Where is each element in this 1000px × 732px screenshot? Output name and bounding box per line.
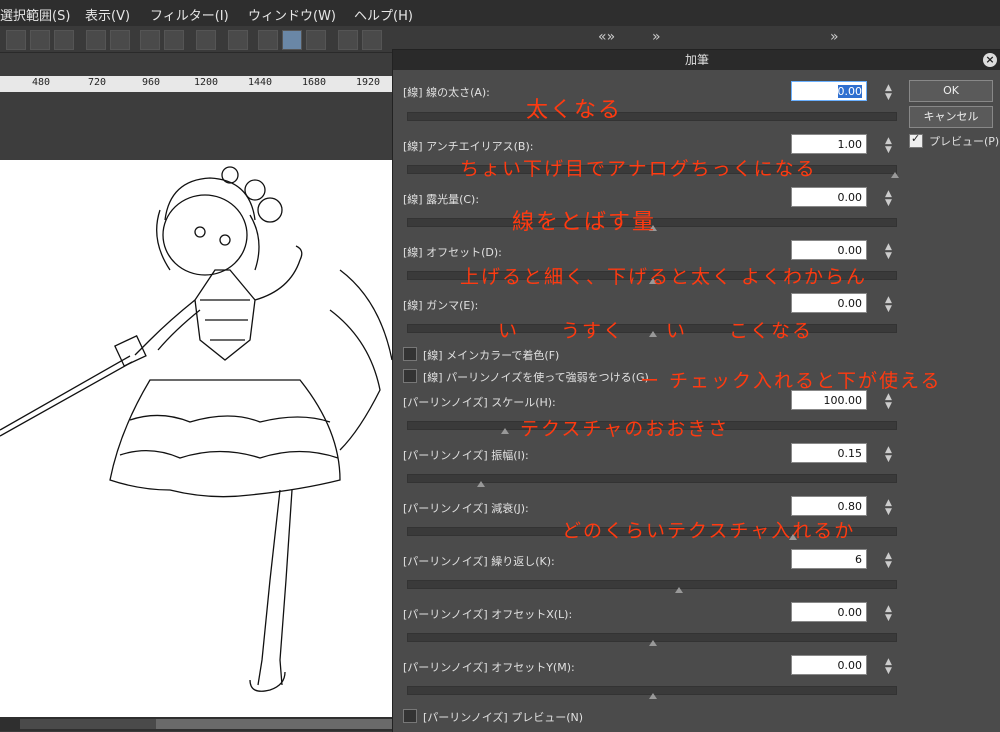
param-label: [パーリンノイズ] オフセットX(L):: [403, 608, 573, 621]
tool-button[interactable]: [228, 30, 248, 50]
preview-checkbox[interactable]: ✓: [909, 132, 923, 148]
checkbox-label: [線] パーリンノイズを使って強弱をつける(G): [423, 371, 649, 384]
tool-button[interactable]: [164, 30, 184, 50]
ruler-tick: 1200: [194, 77, 219, 88]
spinner-icon[interactable]: ▲ ▼: [885, 658, 895, 676]
ruler-tick: 720: [88, 77, 107, 88]
dialog-title: 加筆: [393, 50, 1000, 70]
tool-button[interactable]: [86, 30, 106, 50]
ruler-tick: 960: [142, 77, 161, 88]
horizontal-ruler: 480 720 960 1200 1440 1680 1920: [0, 76, 392, 93]
cancel-button[interactable]: キャンセル: [909, 106, 993, 128]
grid-button[interactable]: [258, 30, 278, 50]
noise-decay-input[interactable]: 0.80: [791, 496, 867, 516]
tool-button[interactable]: [196, 30, 216, 50]
param-label: [線] 露光量(C):: [403, 193, 480, 206]
tool-button[interactable]: [6, 30, 26, 50]
param-label: [パーリンノイズ] 振幅(I):: [403, 449, 529, 462]
menu-selection[interactable]: 選択範囲(S): [0, 5, 70, 24]
noise-preview-checkbox[interactable]: [403, 709, 417, 723]
slider-thumb[interactable]: [649, 640, 657, 646]
ruler-tick: 480: [32, 77, 51, 88]
param-label: [パーリンノイズ] 減衰(J):: [403, 502, 529, 515]
line-width-input[interactable]: 0.00: [791, 81, 867, 101]
param-label: [線] アンチエイリアス(B):: [403, 140, 534, 153]
redo-button[interactable]: [362, 30, 382, 50]
spinner-icon[interactable]: ▲ ▼: [885, 552, 895, 570]
undo-button[interactable]: [338, 30, 358, 50]
spinner-icon[interactable]: ▲ ▼: [885, 84, 895, 102]
menu-help[interactable]: ヘルプ(H): [354, 5, 413, 24]
slider-thumb[interactable]: [891, 172, 899, 178]
chevron-left-icon[interactable]: «»: [598, 29, 615, 45]
gamma-input[interactable]: 0.00: [791, 293, 867, 313]
annotation-text: ちょい下げ目でアナログちっくになる: [460, 158, 817, 180]
spinner-icon[interactable]: ▲ ▼: [885, 605, 895, 623]
perlin-noise-checkbox[interactable]: [403, 369, 417, 383]
param-label: [パーリンノイズ] スケール(H):: [403, 396, 556, 409]
annotation-text: い うすく い こくなる: [498, 320, 814, 342]
annotation-text: どのくらいテクスチャ入れるか: [562, 520, 856, 542]
preview-label: プレビュー(P): [929, 135, 1000, 148]
spinner-icon[interactable]: ▲ ▼: [885, 137, 895, 155]
chevron-right-icon[interactable]: »: [652, 29, 661, 45]
noise-offset-y-input[interactable]: 0.00: [791, 655, 867, 675]
tool-button[interactable]: [54, 30, 74, 50]
tool-button[interactable]: [140, 30, 160, 50]
spinner-icon[interactable]: ▲ ▼: [885, 446, 895, 464]
main-color-checkbox[interactable]: [403, 347, 417, 361]
ruler-tick: 1440: [248, 77, 273, 88]
menu-filter[interactable]: フィルター(I): [150, 5, 229, 24]
menu-window[interactable]: ウィンドウ(W): [248, 5, 336, 24]
annotation-text: ー チェック入れると下が使える: [640, 370, 942, 392]
slider-thumb[interactable]: [675, 587, 683, 593]
noise-scale-input[interactable]: 100.00: [791, 390, 867, 410]
noise-offset-x-input[interactable]: 0.00: [791, 602, 867, 622]
spinner-icon[interactable]: ▲ ▼: [885, 296, 895, 314]
checkbox-label: [線] メインカラーで着色(F): [423, 349, 560, 362]
ok-button[interactable]: OK: [909, 80, 993, 102]
annotation-text: 線をとばす量: [512, 210, 657, 235]
menu-view[interactable]: 表示(V): [85, 5, 130, 24]
ruler-button[interactable]: [282, 30, 302, 50]
check-icon: ✓: [911, 132, 921, 145]
scrollbar-track[interactable]: [20, 719, 156, 729]
slider-thumb[interactable]: [501, 428, 509, 434]
scrollbar-thumb[interactable]: [156, 719, 392, 729]
param-label: [パーリンノイズ] 繰り返し(K):: [403, 555, 555, 568]
param-label: [線] オフセット(D):: [403, 246, 502, 259]
chevron-right-icon[interactable]: »: [830, 29, 839, 45]
spinner-icon[interactable]: ▲ ▼: [885, 393, 895, 411]
annotation-text: 上げると細く、下げると太く よくわからん: [460, 266, 868, 288]
spinner-icon[interactable]: ▲ ▼: [885, 243, 895, 261]
tool-button[interactable]: [30, 30, 50, 50]
menu-bar: 選択範囲(S) 表示(V) フィルター(I) ウィンドウ(W) ヘルプ(H): [0, 0, 1000, 27]
checkbox-label: [パーリンノイズ] プレビュー(N): [423, 711, 584, 724]
line-art-illustration: [0, 166, 392, 692]
close-icon[interactable]: ×: [983, 53, 997, 67]
canvas-margin: [0, 92, 392, 160]
slider-thumb[interactable]: [649, 693, 657, 699]
param-label: [線] ガンマ(E):: [403, 299, 479, 312]
drawing-canvas[interactable]: [0, 160, 392, 717]
annotation-text: 太くなる: [526, 98, 623, 123]
exposure-input[interactable]: 0.00: [791, 187, 867, 207]
antialias-input[interactable]: 1.00: [791, 134, 867, 154]
horizontal-scrollbar[interactable]: [0, 717, 392, 731]
param-label: [パーリンノイズ] オフセットY(M):: [403, 661, 575, 674]
param-label: [線] 線の太さ(A):: [403, 86, 490, 99]
noise-repeat-slider[interactable]: [407, 580, 897, 589]
line-width-slider[interactable]: [407, 112, 897, 121]
ruler-tick: 1680: [302, 77, 327, 88]
annotation-text: テクスチャのおおきさ: [520, 418, 730, 440]
noise-amplitude-input[interactable]: 0.15: [791, 443, 867, 463]
spinner-icon[interactable]: ▲ ▼: [885, 499, 895, 517]
grid-button[interactable]: [306, 30, 326, 50]
offset-input[interactable]: 0.00: [791, 240, 867, 260]
slider-thumb[interactable]: [477, 481, 485, 487]
noise-repeat-input[interactable]: 6: [791, 549, 867, 569]
spinner-icon[interactable]: ▲ ▼: [885, 190, 895, 208]
ruler-tick: 1920: [356, 77, 381, 88]
tool-button[interactable]: [110, 30, 130, 50]
